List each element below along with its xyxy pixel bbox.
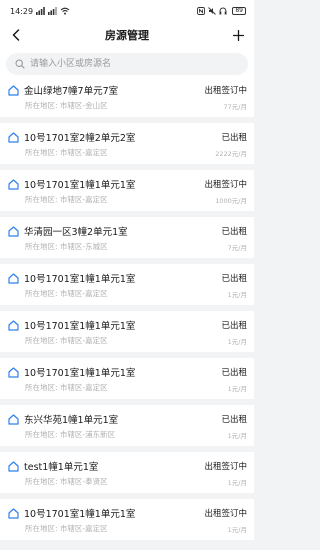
- property-name: 10号1701室1幢1单元1室: [24, 274, 136, 285]
- mute-icon: [208, 7, 217, 15]
- wifi-icon: [60, 7, 70, 15]
- rental-status: 已出租: [221, 227, 247, 237]
- signal-icon: [36, 7, 45, 15]
- property-address: 所在地区: 市辖区-浦东新区: [25, 430, 116, 439]
- property-name: 10号1701室1幢1单元1室: [24, 321, 136, 332]
- property-name: 10号1701室1幢1单元1室: [24, 180, 136, 191]
- page-title: 房源管理: [105, 29, 149, 42]
- battery-icon: 89: [232, 7, 246, 15]
- property-name: 东兴华苑1幢1单元1室: [24, 415, 119, 426]
- property-address: 所在地区: 市辖区-嘉定区: [25, 336, 108, 345]
- property-address: 所在地区: 市辖区-嘉定区: [25, 524, 108, 533]
- property-price: 1元/月: [227, 478, 247, 487]
- rental-status: 已出租: [221, 133, 247, 143]
- property-name: test1幢1单元1室: [24, 462, 99, 473]
- rental-status: 已出租: [221, 415, 247, 425]
- rental-status: 出租签订中: [204, 462, 247, 472]
- headphone-icon: [219, 7, 227, 15]
- house-icon: [8, 272, 19, 284]
- property-address: 所在地区: 市辖区-东城区: [25, 242, 108, 251]
- house-icon: [8, 84, 19, 96]
- property-card[interactable]: 10号1701室1幢1单元1室 已出租 所在地区: 市辖区-嘉定区 1元/月: [0, 358, 254, 399]
- add-button[interactable]: [230, 27, 246, 43]
- property-name: 10号1701室2幢2单元2室: [24, 133, 136, 144]
- property-card[interactable]: 金山绿地7幢7单元7室 出租签订中 所在地区: 市辖区-金山区 77元/月: [0, 76, 254, 117]
- nfc-icon: [197, 7, 206, 15]
- property-card[interactable]: 10号1701室1幢1单元1室 出租签订中 所在地区: 市辖区-嘉定区 1000…: [0, 170, 254, 211]
- back-button[interactable]: [8, 27, 24, 43]
- search-icon: [15, 59, 25, 69]
- rental-status: 出租签订中: [204, 180, 247, 190]
- property-card[interactable]: 10号1701室1幢1单元1室 已出租 所在地区: 市辖区-嘉定区 1元/月: [0, 311, 254, 352]
- property-price: 1元/月: [227, 290, 247, 299]
- property-card[interactable]: 10号1701室2幢2单元2室 已出租 所在地区: 市辖区-嘉定区 2222元/…: [0, 123, 254, 164]
- property-card[interactable]: test1幢1单元1室 出租签订中 所在地区: 市辖区-奉贤区 1元/月: [0, 452, 254, 493]
- property-price: 2222元/月: [215, 149, 247, 158]
- property-address: 所在地区: 市辖区-奉贤区: [25, 477, 108, 486]
- house-icon: [8, 225, 19, 237]
- property-price: 1元/月: [227, 431, 247, 440]
- house-icon: [8, 319, 19, 331]
- rental-status: 出租签订中: [204, 509, 247, 519]
- search-bar[interactable]: [6, 53, 248, 75]
- property-address: 所在地区: 市辖区-嘉定区: [25, 383, 108, 392]
- property-address: 所在地区: 市辖区-嘉定区: [25, 148, 108, 157]
- house-icon: [8, 178, 19, 190]
- house-icon: [8, 507, 19, 519]
- plus-icon: [232, 29, 244, 41]
- property-card[interactable]: 10号1701室1幢1单元1室 已出租 所在地区: 市辖区-嘉定区 1元/月: [0, 264, 254, 305]
- property-price: 1元/月: [227, 384, 247, 393]
- property-name: 金山绿地7幢7单元7室: [24, 86, 119, 97]
- status-bar: 14:29 89: [0, 0, 254, 22]
- rental-status: 已出租: [221, 321, 247, 331]
- property-name: 10号1701室1幢1单元1室: [24, 368, 136, 379]
- house-icon: [8, 413, 19, 425]
- property-price: 1元/月: [227, 337, 247, 346]
- nav-bar: 房源管理: [0, 22, 254, 48]
- property-name: 10号1701室1幢1单元1室: [24, 509, 136, 520]
- property-address: 所在地区: 市辖区-嘉定区: [25, 289, 108, 298]
- rental-status: 已出租: [221, 274, 247, 284]
- rental-status: 已出租: [221, 368, 247, 378]
- house-icon: [8, 366, 19, 378]
- house-icon: [8, 460, 19, 472]
- search-input[interactable]: [30, 55, 230, 73]
- property-card[interactable]: 华清园一区3幢2单元1室 已出租 所在地区: 市辖区-东城区 7元/月: [0, 217, 254, 258]
- property-price: 1000元/月: [215, 196, 247, 205]
- property-address: 所在地区: 市辖区-金山区: [25, 101, 108, 110]
- rental-status: 出租签订中: [204, 86, 247, 96]
- property-price: 7元/月: [227, 243, 247, 252]
- signal-2-icon: [48, 7, 57, 15]
- property-name: 华清园一区3幢2单元1室: [24, 227, 128, 238]
- chevron-left-icon: [11, 29, 21, 41]
- clock: 14:29: [10, 6, 34, 16]
- property-price: 1元/月: [227, 525, 247, 534]
- property-card[interactable]: 10号1701室1幢1单元1室 出租签订中 所在地区: 市辖区-嘉定区 1元/月: [0, 499, 254, 540]
- property-price: 77元/月: [223, 102, 247, 111]
- property-card[interactable]: 东兴华苑1幢1单元1室 已出租 所在地区: 市辖区-浦东新区 1元/月: [0, 405, 254, 446]
- house-icon: [8, 131, 19, 143]
- property-address: 所在地区: 市辖区-嘉定区: [25, 195, 108, 204]
